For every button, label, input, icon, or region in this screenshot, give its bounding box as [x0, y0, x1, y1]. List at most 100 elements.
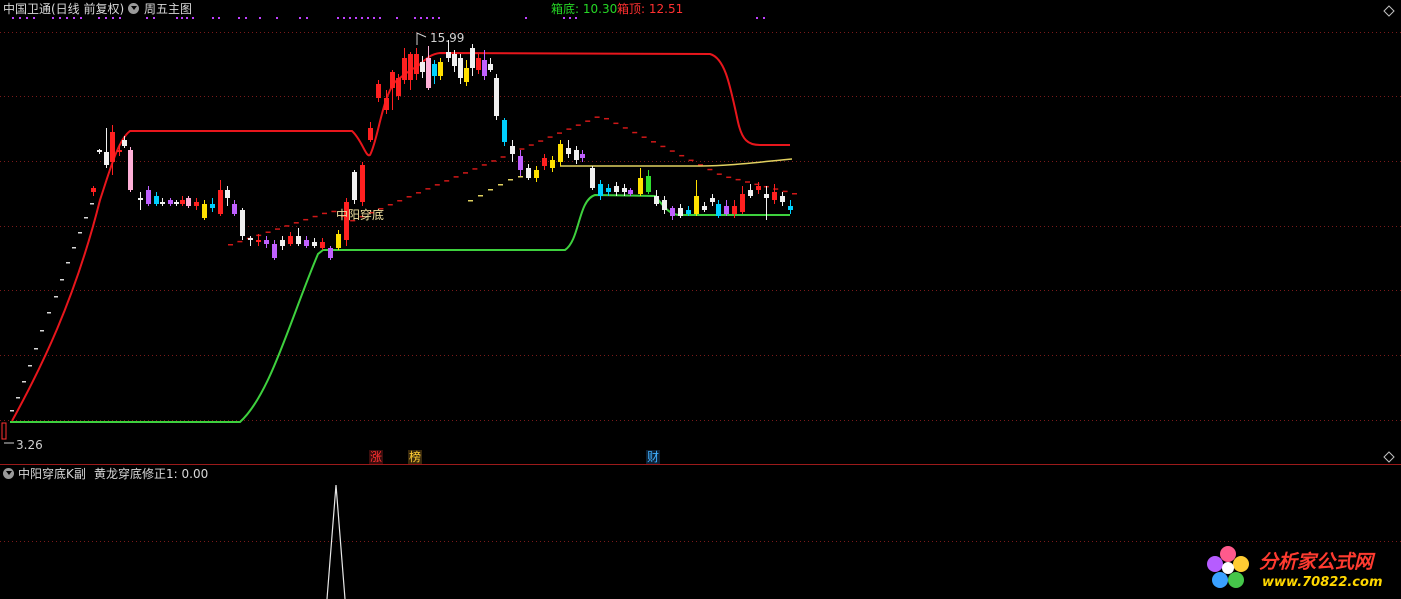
candle-body — [452, 54, 457, 66]
signal-dot — [186, 17, 188, 19]
candle-body — [160, 202, 165, 204]
signal-dot — [575, 17, 577, 19]
candle-body — [550, 160, 555, 168]
candle — [402, 48, 407, 84]
candle — [526, 164, 531, 180]
signal-dot — [218, 17, 220, 19]
candle-body — [464, 68, 469, 82]
candle — [168, 198, 173, 206]
trend-dash — [792, 193, 797, 195]
candle — [748, 184, 753, 198]
candle-body — [110, 132, 115, 162]
signal-dot — [525, 17, 527, 19]
signal-dot — [33, 17, 35, 19]
trend-dash — [557, 132, 562, 134]
candle-body — [210, 204, 215, 208]
candle — [146, 186, 151, 206]
event-tag-ranking[interactable]: 榜 — [408, 450, 423, 464]
candle — [678, 204, 683, 218]
candle-body — [534, 170, 539, 178]
candle — [232, 200, 237, 216]
candle-body — [396, 78, 401, 96]
candle-body — [510, 146, 515, 154]
candle-body — [312, 242, 317, 246]
event-tag-rise[interactable]: 涨 — [369, 450, 384, 464]
support-line — [10, 193, 790, 423]
candle — [194, 198, 199, 210]
candle-body — [154, 196, 159, 204]
sub-indicator-menu-icon[interactable] — [3, 468, 14, 479]
trend-dash — [478, 195, 483, 197]
bottom-right-diamond[interactable] — [1383, 451, 1395, 463]
candle-body — [598, 184, 603, 196]
trend-dash — [28, 365, 32, 367]
signal-dot — [355, 17, 357, 19]
candle — [368, 122, 373, 142]
signal-dot — [373, 17, 375, 19]
price-chart[interactable] — [0, 0, 1401, 599]
candle — [225, 186, 230, 206]
trend-dash — [10, 410, 14, 412]
indicator-menu-icon[interactable] — [128, 3, 139, 14]
candle-body — [288, 236, 293, 244]
candle-body — [764, 194, 769, 198]
signal-dot — [98, 17, 100, 19]
main-indicator-name[interactable]: 周五主图 — [144, 1, 192, 17]
candle — [336, 230, 341, 250]
candle-body — [352, 172, 357, 200]
candle — [464, 60, 469, 86]
sub-indicator-value: 黄龙穿底修正1: 0.00 — [94, 467, 209, 481]
trend-dash — [716, 173, 722, 175]
candle-body — [590, 168, 595, 188]
candle-body — [566, 148, 571, 154]
trend-dash — [773, 188, 779, 190]
signal-dot — [569, 17, 571, 19]
candle-body — [402, 58, 407, 80]
candle — [160, 198, 165, 206]
candle-body — [122, 140, 127, 146]
trend-dash — [519, 148, 525, 150]
candle-body — [168, 200, 173, 204]
candle-body — [678, 208, 683, 216]
trend-dash — [228, 244, 233, 246]
candle-body — [732, 206, 737, 214]
trend-dash — [498, 184, 503, 186]
trend-dash — [518, 176, 523, 178]
signal-dot — [367, 17, 369, 19]
trend-dash — [265, 231, 271, 233]
watermark-brand: 分析家公式网 — [1259, 551, 1374, 573]
candle — [476, 54, 481, 74]
candle — [264, 236, 269, 248]
sub-panel-title[interactable]: 中阳穿底K副 — [18, 466, 86, 482]
candle-body — [280, 240, 285, 246]
candle-body — [482, 60, 487, 76]
candle — [288, 232, 293, 246]
candle-body — [628, 190, 633, 194]
signal-dot — [52, 17, 54, 19]
candle — [210, 198, 215, 212]
trend-dash — [416, 192, 421, 194]
signal-dot — [756, 17, 758, 19]
signal-dot — [438, 17, 440, 19]
trend-dash — [528, 144, 534, 146]
candle-body — [146, 190, 151, 204]
trend-dash — [613, 122, 619, 125]
event-tag-finance[interactable]: 财 — [646, 450, 661, 464]
signal-dot — [153, 17, 155, 19]
candle — [590, 166, 595, 190]
trend-dash — [34, 348, 38, 350]
candle-body — [686, 210, 691, 214]
high-price-marker — [416, 32, 427, 45]
candle-body — [662, 200, 667, 210]
candle — [470, 44, 475, 76]
trend-dash — [237, 240, 243, 243]
candle-body — [414, 54, 419, 74]
top-right-diamond[interactable] — [1383, 5, 1395, 17]
candle — [174, 200, 179, 206]
candle-body — [128, 150, 133, 190]
candle — [104, 128, 109, 168]
candle — [312, 238, 317, 248]
candle-body — [580, 154, 585, 158]
candle — [117, 144, 122, 156]
candle-body — [446, 52, 451, 58]
